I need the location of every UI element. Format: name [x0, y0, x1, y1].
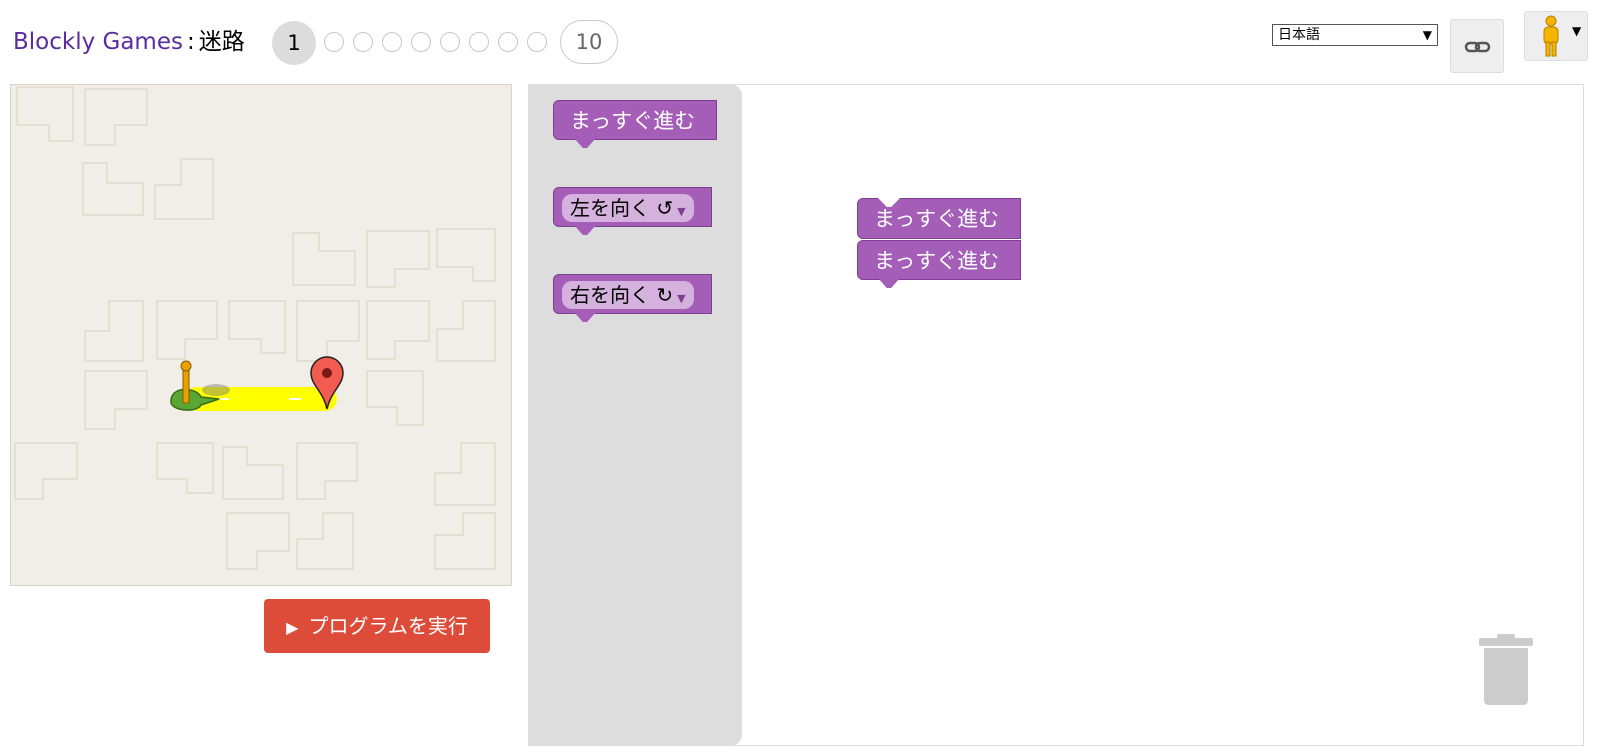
dropdown-arrow-icon: ▼ [677, 292, 686, 305]
blockly-toolbox-flyout [528, 84, 742, 746]
level-6-dot[interactable] [440, 32, 460, 52]
language-select[interactable]: 日本語 ▼ [1272, 24, 1438, 46]
level-4-dot[interactable] [382, 32, 402, 52]
block-label: まっすぐ進む [874, 249, 1000, 273]
toolbox-block-turn-left[interactable]: 左を向く ↺ ▼ [553, 187, 712, 235]
turn-dropdown[interactable]: 左を向く ↺ ▼ [562, 194, 694, 222]
game-name: 迷路 [198, 29, 245, 55]
language-selected-value: 日本語 [1278, 27, 1320, 43]
maze-view [10, 84, 512, 586]
pegman-icon [1543, 15, 1559, 57]
level-9-dot[interactable] [527, 32, 547, 52]
title-separator: : [186, 29, 195, 55]
link-button[interactable] [1450, 19, 1504, 73]
level-2-dot[interactable] [324, 32, 344, 52]
level-5-dot[interactable] [411, 32, 431, 52]
run-program-label: プログラムを実行 [308, 614, 468, 638]
level-8-dot[interactable] [498, 32, 518, 52]
chevron-down-icon: ▼ [1572, 24, 1582, 38]
workspace-block-move-forward-2[interactable]: まっすぐ進む [857, 240, 1021, 288]
block-label: まっすぐ進む [874, 207, 1000, 231]
brand-link[interactable]: Blockly Games [13, 29, 183, 55]
dropdown-arrow-icon: ▼ [677, 205, 686, 218]
level-7-dot[interactable] [469, 32, 489, 52]
dropdown-arrow-icon: ▼ [1422, 28, 1432, 42]
workspace-block-move-forward-1[interactable]: まっすぐ進む [857, 198, 1021, 239]
level-10-button[interactable]: 10 [560, 20, 618, 64]
block-label: まっすぐ進む [570, 109, 696, 133]
maze-tiles [14, 86, 496, 570]
rotate-ccw-icon: ↺ [656, 196, 674, 220]
level-3-dot[interactable] [353, 32, 373, 52]
link-icon [1464, 41, 1491, 53]
level-1-current[interactable]: 1 [272, 21, 316, 65]
run-program-button[interactable]: ▶ プログラムを実行 [264, 599, 490, 653]
pegman-selector-button[interactable]: ▼ [1524, 11, 1588, 61]
rotate-cw-icon: ↻ [656, 283, 674, 307]
turn-dropdown[interactable]: 右を向く ↻ ▼ [562, 281, 694, 309]
page-title: Blockly Games: 迷路 [13, 27, 245, 57]
toolbox-block-move-forward[interactable]: まっすぐ進む [553, 100, 717, 148]
play-icon: ▶ [286, 618, 299, 637]
trash-icon[interactable] [1479, 634, 1533, 706]
toolbox-block-turn-right[interactable]: 右を向く ↻ ▼ [553, 274, 712, 322]
